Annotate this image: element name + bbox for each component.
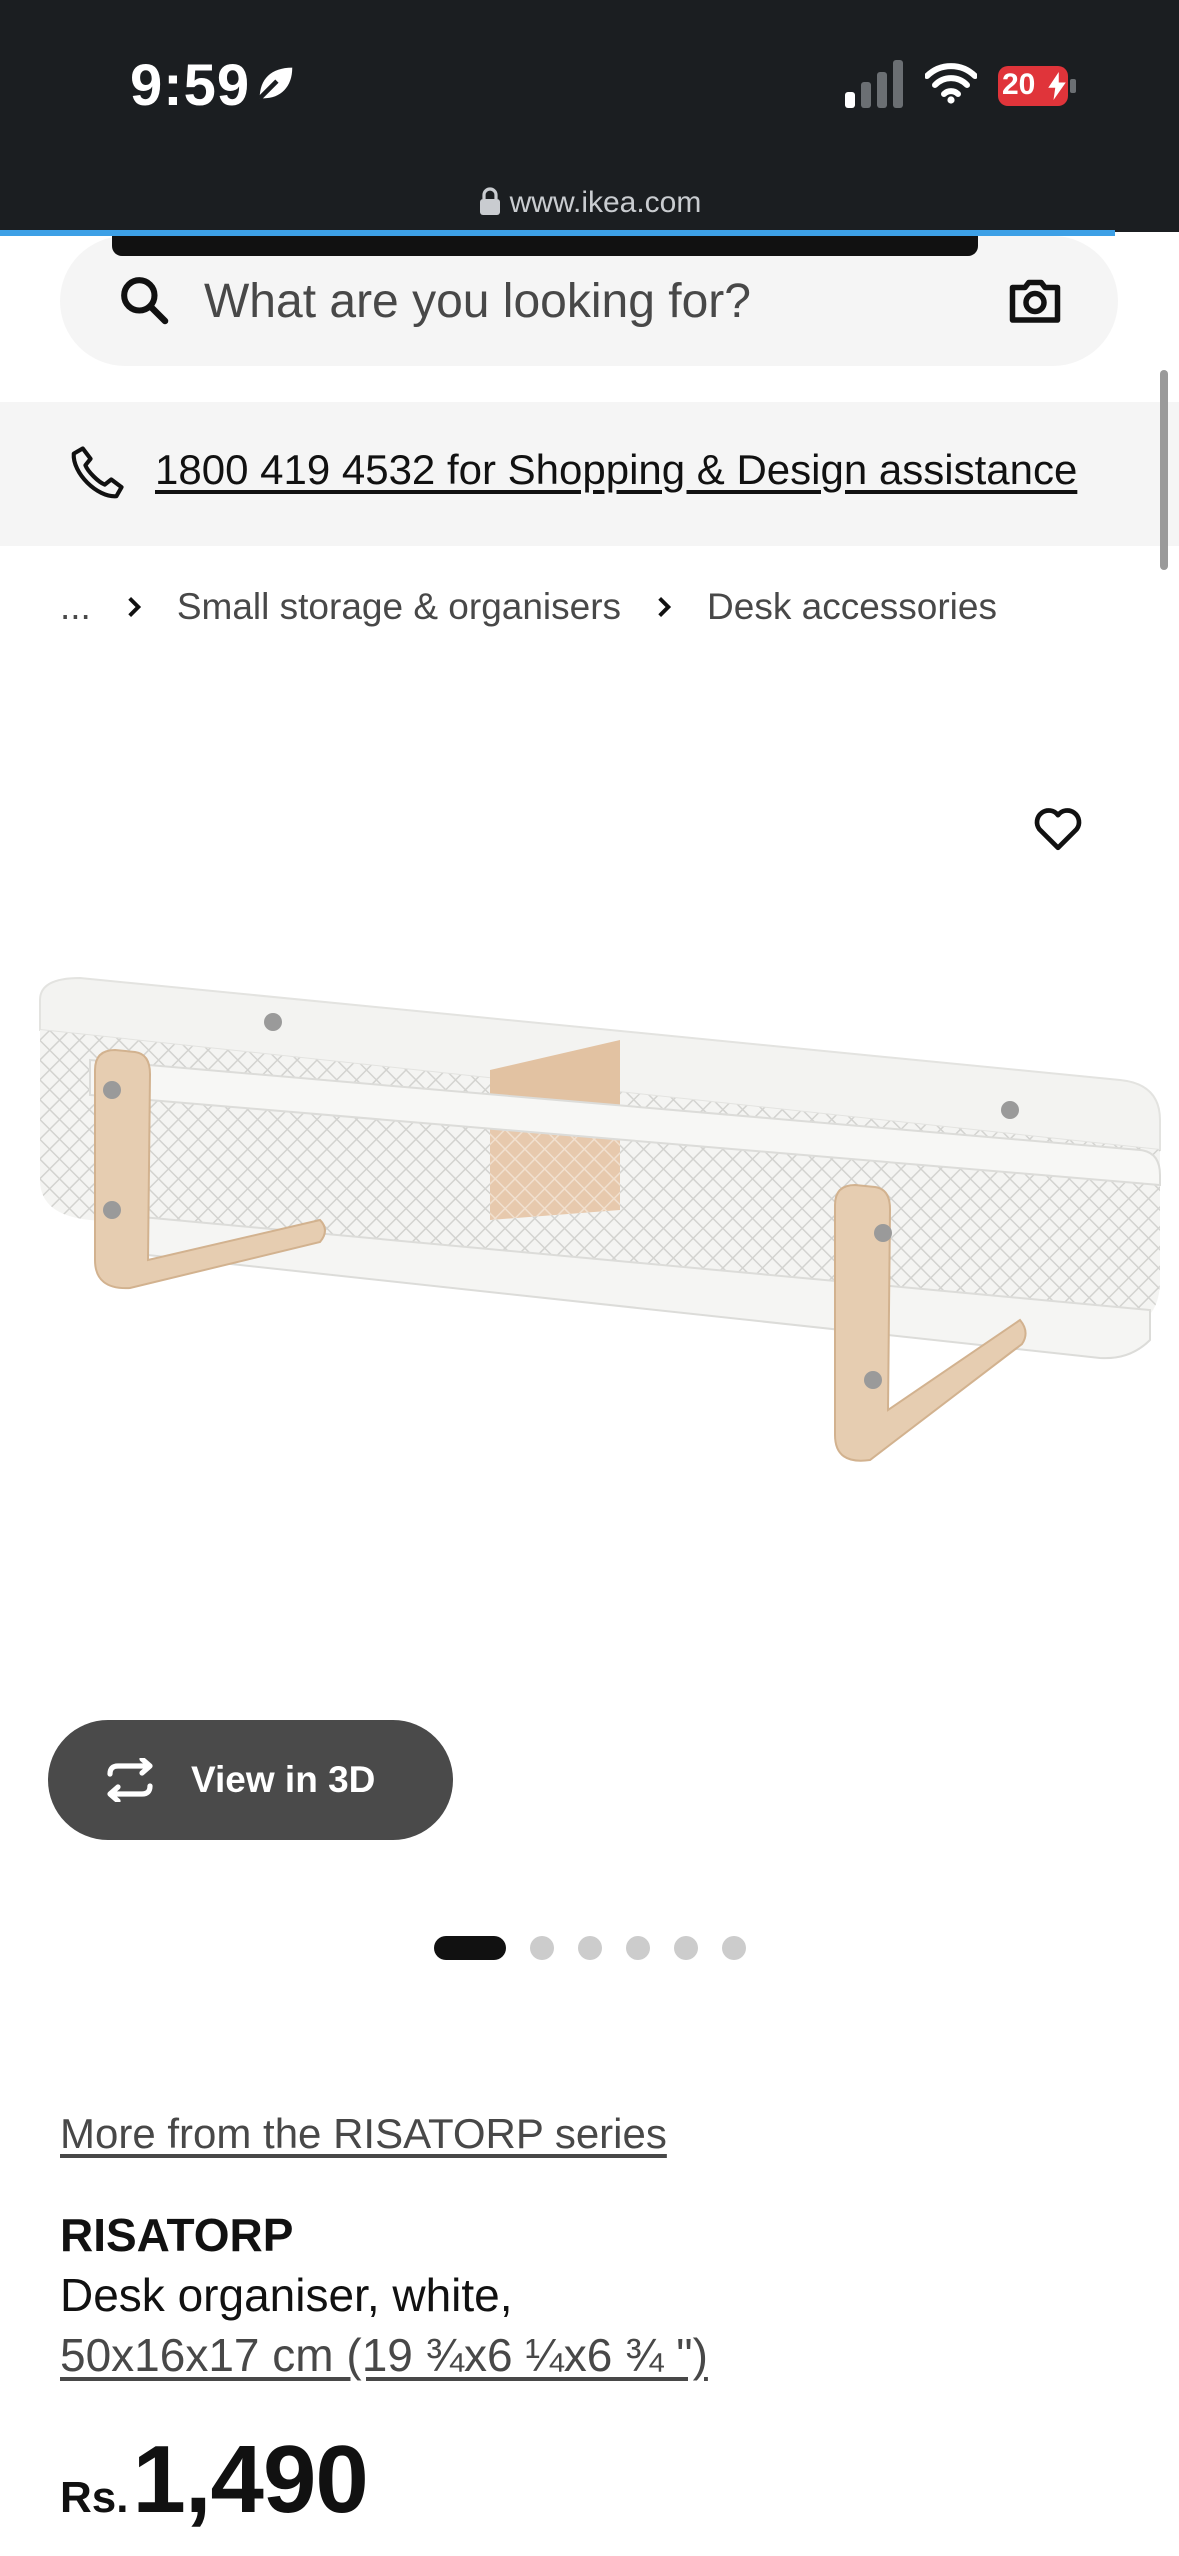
carousel-dot[interactable] <box>434 1936 506 1960</box>
battery-level: 20 <box>1002 68 1036 101</box>
carousel-dot[interactable] <box>530 1936 554 1960</box>
product-image[interactable] <box>20 960 1179 1730</box>
product-name: RISATORP <box>60 2209 294 2261</box>
assistance-banner[interactable]: 1800 419 4532 for Shopping & Design assi… <box>0 402 1179 546</box>
url-text: www.ikea.com <box>509 186 702 219</box>
price-currency: Rs. <box>60 2473 129 2522</box>
breadcrumb: ... Small storage & organisers Desk acce… <box>60 586 997 628</box>
wifi-icon <box>925 63 977 104</box>
price-amount: 1,490 <box>132 2426 368 2533</box>
charging-bolt-icon <box>1048 72 1066 100</box>
breadcrumb-item-desk-accessories[interactable]: Desk accessories <box>707 586 997 628</box>
chevron-right-icon <box>658 596 672 618</box>
status-time: 9:59 <box>130 53 251 118</box>
address-bar[interactable]: www.ikea.com <box>0 186 1179 220</box>
breadcrumb-item-small-storage[interactable]: Small storage & organisers <box>177 586 621 628</box>
status-bar: 9:59 20 www.ikea.com <box>0 0 1179 236</box>
carousel-dot[interactable] <box>722 1936 746 1960</box>
chevron-right-icon <box>128 596 141 618</box>
cellular-signal-icon <box>845 60 903 108</box>
header-overlay-strip <box>112 236 978 256</box>
carousel-dot[interactable] <box>674 1936 698 1960</box>
breadcrumb-ellipsis[interactable]: ... <box>60 586 91 628</box>
rotate-3d-icon <box>107 1758 153 1802</box>
carousel-dot[interactable] <box>626 1936 650 1960</box>
battery-indicator: 20 <box>998 66 1078 106</box>
product-description: Desk organiser, white, <box>60 2269 513 2321</box>
series-link[interactable]: More from the RISATORP series <box>60 2110 667 2158</box>
assistance-phone-link[interactable]: 1800 419 4532 for Shopping & Design assi… <box>155 446 1077 494</box>
lock-icon <box>479 187 500 215</box>
view-in-3d-label: View in 3D <box>191 1759 376 1800</box>
carousel-dot[interactable] <box>578 1936 602 1960</box>
heart-icon[interactable] <box>1030 800 1086 856</box>
view-in-3d-button[interactable]: View in 3D <box>48 1720 453 1840</box>
camera-icon[interactable] <box>1005 270 1065 330</box>
search-icon <box>121 277 169 325</box>
focus-leaf-icon <box>258 67 293 100</box>
product-size-link[interactable]: 50x16x17 cm (19 ¾x6 ¼x6 ¾ ") <box>60 2328 708 2382</box>
product-price: Rs. 1,490 <box>60 2425 369 2535</box>
image-carousel-dots <box>434 1936 770 1960</box>
search-input[interactable] <box>204 266 964 336</box>
scrollbar[interactable] <box>1160 370 1168 570</box>
phone-icon <box>71 446 124 499</box>
